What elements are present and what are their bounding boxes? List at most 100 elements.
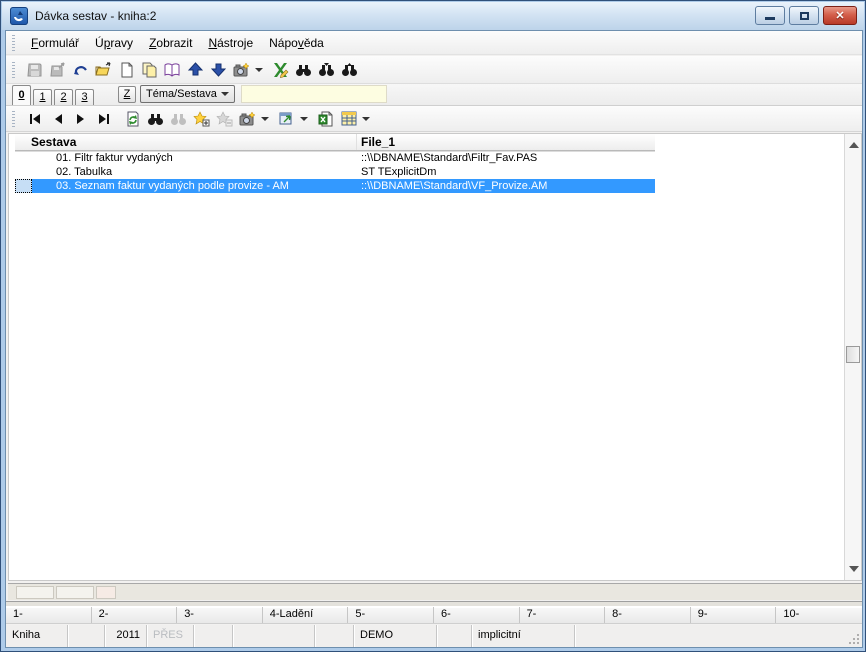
z-button[interactable]: Z	[118, 86, 136, 103]
fnkey-4[interactable]: 4-Ladění	[263, 607, 349, 623]
find-button[interactable]	[144, 108, 167, 130]
refresh-button[interactable]	[121, 108, 144, 130]
scrollbar-thumb[interactable]	[846, 346, 860, 363]
first-record-button[interactable]	[23, 108, 46, 130]
grid-row-2[interactable]: 02. Tabulka ST TExplicitDm	[15, 165, 655, 179]
menu-upravy[interactable]: Úpravy	[87, 33, 141, 53]
tab-1[interactable]: 1	[33, 89, 52, 105]
grid-row-3-selected[interactable]: 03. Seznam faktur vydaných podle provize…	[15, 179, 655, 193]
table-view-dropdown-caret[interactable]	[362, 116, 370, 121]
find-again-button[interactable]	[167, 108, 190, 130]
status-cell-11	[575, 625, 862, 647]
copy-button[interactable]	[138, 59, 161, 81]
next-record-button[interactable]	[69, 108, 92, 130]
camera-button[interactable]	[236, 108, 259, 130]
status-implicit: implicitní	[472, 625, 575, 647]
save-button[interactable]	[23, 59, 46, 81]
menu-napoveda[interactable]: Nápověda	[261, 33, 332, 53]
undo-button[interactable]	[69, 59, 92, 81]
delete-record-button[interactable]	[213, 108, 236, 130]
menu-nastroje[interactable]: Nástroje	[200, 33, 261, 53]
table-view-button[interactable]	[337, 108, 360, 130]
export-button[interactable]	[275, 108, 298, 130]
fnkey-2[interactable]: 2-	[92, 607, 178, 623]
fnkey-3[interactable]: 3-	[177, 607, 263, 623]
title-bar: Dávka sestav - kniha:2 ✕	[2, 2, 864, 30]
fnkey-9[interactable]: 9-	[691, 607, 777, 623]
tab-0[interactable]: 0	[12, 85, 31, 105]
excel-edit-button[interactable]	[269, 59, 292, 81]
tab-2[interactable]: 2	[54, 89, 73, 105]
find-next-icon	[319, 63, 334, 76]
records-grid: Sestava File_1 01. Filtr faktur vydaných…	[15, 134, 655, 193]
move-down-button[interactable]	[207, 59, 230, 81]
open-button[interactable]	[92, 59, 115, 81]
fnkey-8[interactable]: 8-	[605, 607, 691, 623]
close-button[interactable]: ✕	[823, 6, 857, 25]
export-dropdown-caret[interactable]	[300, 116, 308, 121]
scroll-up-icon[interactable]	[849, 142, 859, 148]
camera-dropdown-caret[interactable]	[255, 67, 263, 72]
menu-bar: Formulář Úpravy Zobrazit Nástroje Nápově…	[6, 31, 862, 55]
camera-dropdown-caret[interactable]	[261, 116, 269, 121]
column-header-file1[interactable]: File_1	[357, 134, 655, 150]
footer-cell-1	[16, 585, 54, 599]
add-record-button[interactable]	[190, 108, 213, 130]
status-cell-9	[437, 625, 472, 647]
book-button[interactable]	[161, 59, 184, 81]
refresh-icon	[127, 111, 138, 126]
new-button[interactable]	[115, 59, 138, 81]
minimize-button[interactable]	[755, 6, 785, 25]
find-previous-button[interactable]	[338, 59, 361, 81]
grid-toolbar	[6, 106, 862, 132]
row-marker	[15, 151, 32, 165]
fnkey-7[interactable]: 7-	[520, 607, 606, 623]
footer-cell-2	[56, 585, 94, 599]
find-button[interactable]	[292, 59, 315, 81]
app-frame: Formulář Úpravy Zobrazit Nástroje Nápově…	[5, 30, 863, 648]
menu-zobrazit[interactable]: Zobrazit	[141, 33, 200, 53]
app-window: Dávka sestav - kniha:2 ✕ Formulář Úpravy…	[0, 0, 866, 652]
fnkey-10[interactable]: 10-	[776, 607, 862, 623]
vertical-scrollbar[interactable]	[844, 134, 861, 580]
theme-selector[interactable]: Téma/Sestava	[140, 85, 235, 103]
open-folder-icon	[95, 61, 111, 75]
maximize-icon	[799, 11, 809, 20]
previous-record-button[interactable]	[46, 108, 69, 130]
status-cell-5	[194, 625, 233, 647]
quick-filter-input[interactable]	[241, 85, 387, 103]
tab-3[interactable]: 3	[75, 89, 94, 105]
toolbar-grip[interactable]	[12, 110, 15, 127]
close-icon: ✕	[835, 10, 845, 22]
first-record-icon	[29, 113, 40, 124]
fnkey-6[interactable]: 6-	[434, 607, 520, 623]
table-view-icon	[341, 111, 356, 126]
fnkey-5[interactable]: 5-	[348, 607, 434, 623]
menu-formular[interactable]: Formulář	[23, 33, 87, 53]
page-tab-bar: 0 1 2 3 Z Téma/Sestava	[6, 84, 862, 106]
copy-icon	[142, 62, 157, 77]
maximize-button[interactable]	[789, 6, 819, 25]
toolbar-grip[interactable]	[12, 61, 15, 78]
toolbar-grip[interactable]	[12, 34, 15, 51]
resize-grip-icon[interactable]	[848, 633, 860, 645]
scroll-down-icon[interactable]	[849, 566, 859, 572]
export-icon	[279, 112, 292, 124]
grid-row-1[interactable]: 01. Filtr faktur vydaných::\\DBNAME\Stan…	[15, 151, 655, 165]
fnkey-1[interactable]: 1-	[6, 607, 92, 623]
app-icon	[10, 7, 28, 25]
excel-icon	[318, 111, 332, 126]
excel-button[interactable]	[314, 108, 337, 130]
last-record-button[interactable]	[92, 108, 115, 130]
move-up-button[interactable]	[184, 59, 207, 81]
save-as-button[interactable]	[46, 59, 69, 81]
find-next-button[interactable]	[315, 59, 338, 81]
excel-edit-icon	[274, 62, 289, 78]
move-down-icon	[211, 63, 226, 77]
add-record-icon	[193, 110, 210, 126]
column-header-sestava[interactable]: Sestava	[15, 134, 357, 150]
camera-button[interactable]	[230, 59, 253, 81]
grid-client-area: Sestava File_1 01. Filtr faktur vydaných…	[8, 133, 862, 581]
next-record-icon	[76, 113, 84, 124]
status-demo: DEMO	[354, 625, 437, 647]
